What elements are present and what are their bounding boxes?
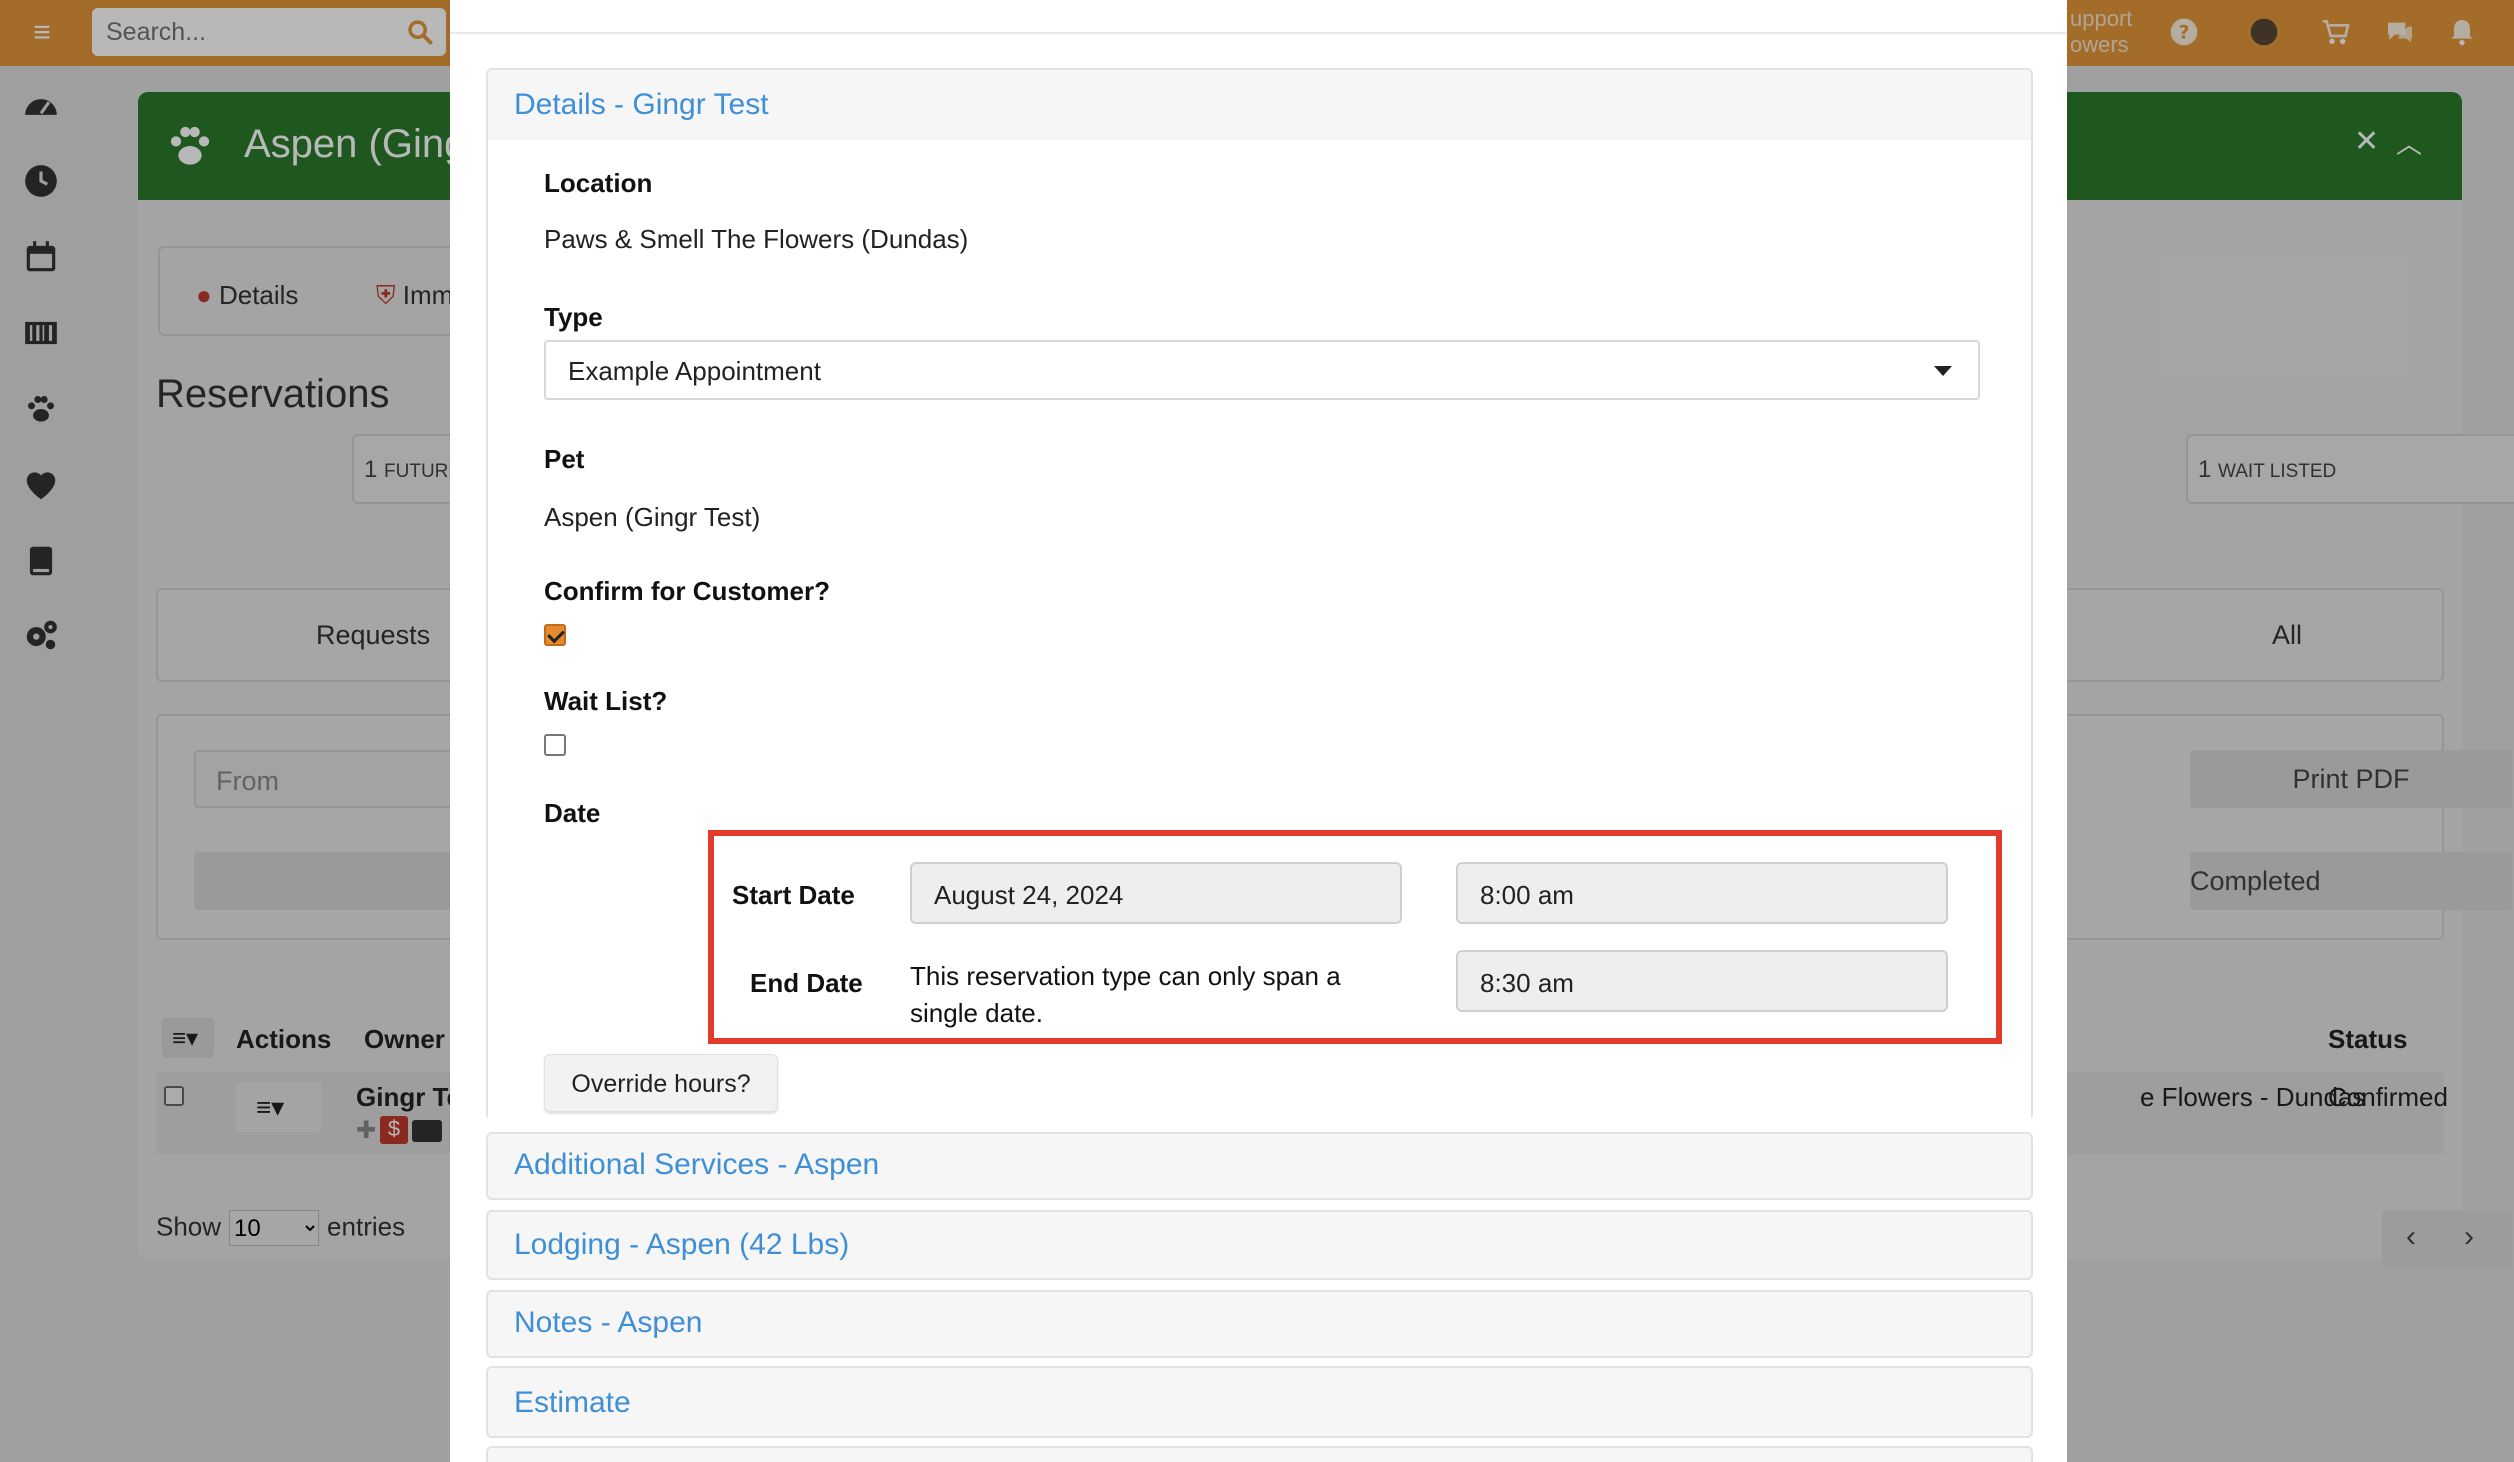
pet-value: Aspen (Gingr Test) — [544, 502, 761, 532]
waitlist-checkbox[interactable] — [544, 734, 566, 756]
location-label: Location — [544, 168, 653, 198]
confirm-label: Confirm for Customer? — [544, 576, 830, 606]
estimate-panel[interactable]: Estimate — [486, 1366, 2033, 1438]
location-value: Paws & Smell The Flowers (Dundas) — [544, 224, 969, 254]
details-panel-title[interactable]: Details - Gingr Test — [514, 88, 769, 122]
type-select[interactable]: Example Appointment — [544, 340, 1980, 400]
notes-panel[interactable]: Notes - Aspen — [486, 1290, 2033, 1358]
end-time-input[interactable]: 8:30 am — [1456, 950, 1948, 1012]
end-date-note: This reservation type can only span a si… — [910, 961, 1341, 1028]
lodging-title[interactable]: Lodging - Aspen (42 Lbs) — [514, 1228, 849, 1262]
caret-down-icon — [1934, 366, 1952, 376]
estimate-title[interactable]: Estimate — [514, 1386, 631, 1420]
details-panel-body: Location Paws & Smell The Flowers (Dunda… — [488, 140, 2031, 1148]
date-highlight-box: Start Date August 24, 2024 8:00 am End D… — [708, 830, 2002, 1044]
override-hours-button[interactable]: Override hours? — [544, 1054, 778, 1112]
details-panel: Details - Gingr Test Location Paws & Sme… — [486, 68, 2033, 1148]
additional-services-title[interactable]: Additional Services - Aspen — [514, 1148, 879, 1182]
waitlist-label: Wait List? — [544, 686, 668, 716]
additional-services-panel[interactable]: Additional Services - Aspen — [486, 1132, 2033, 1200]
lodging-panel[interactable]: Lodging - Aspen (42 Lbs) — [486, 1210, 2033, 1280]
start-date-input[interactable]: August 24, 2024 — [910, 862, 1402, 924]
confirm-checkbox[interactable] — [544, 624, 566, 646]
start-date-label: Start Date — [732, 880, 855, 910]
pet-label: Pet — [544, 444, 585, 474]
date-label: Date — [544, 798, 601, 828]
next-panel[interactable] — [486, 1446, 2033, 1462]
type-label: Type — [544, 302, 603, 332]
end-date-label: End Date — [750, 968, 863, 998]
notes-title[interactable]: Notes - Aspen — [514, 1306, 702, 1340]
modal-divider — [450, 32, 2067, 34]
reservation-modal: Details - Gingr Test Location Paws & Sme… — [450, 0, 2067, 1462]
start-time-input[interactable]: 8:00 am — [1456, 862, 1948, 924]
